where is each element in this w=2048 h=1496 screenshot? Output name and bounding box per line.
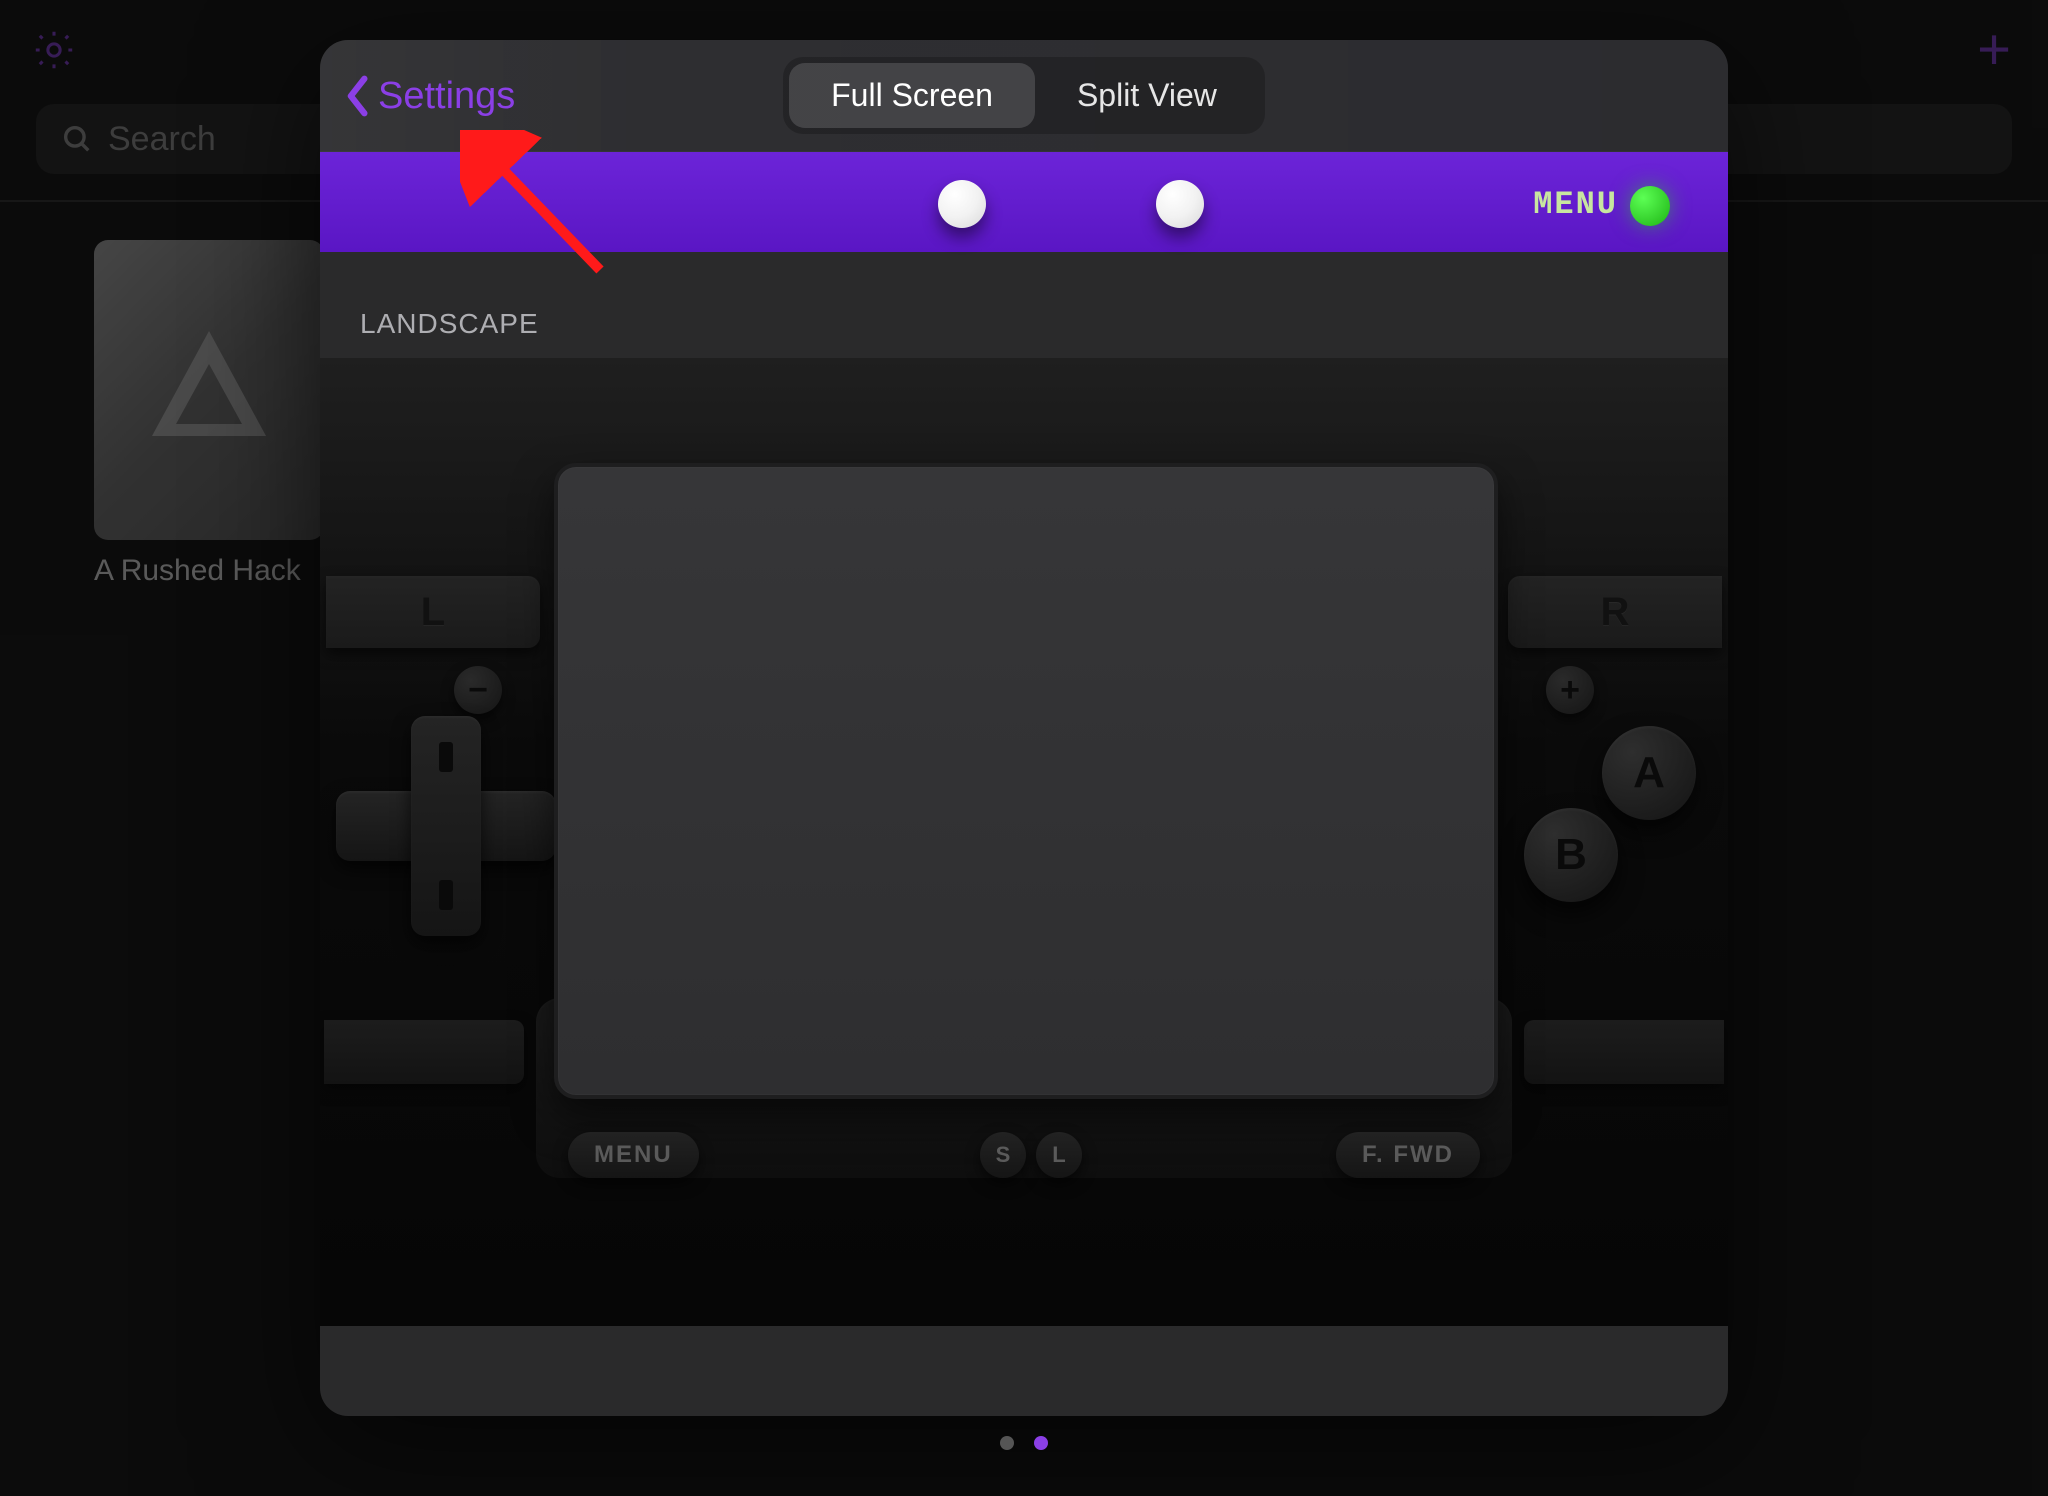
controller-top-strip: MENU — [320, 152, 1728, 252]
menu-pill-button: MENU — [568, 1132, 699, 1178]
game-screen — [554, 463, 1498, 1099]
controller-skin-preview[interactable]: L R − + A B MENU S L F. FWD — [320, 358, 1728, 1326]
section-header-landscape: LANDSCAPE — [320, 308, 1728, 358]
back-button[interactable]: Settings — [342, 40, 515, 152]
b-button: B — [1524, 808, 1618, 902]
menu-toggle-indicator[interactable] — [1630, 186, 1670, 226]
analog-stick-right[interactable] — [1156, 180, 1204, 228]
page-dot-active[interactable] — [1034, 1436, 1048, 1450]
left-wing — [324, 1020, 524, 1084]
d-pad — [336, 716, 556, 936]
settings-modal: Settings Full Screen Split View MENU LAN… — [320, 40, 1728, 1416]
plus-button: + — [1546, 666, 1594, 714]
analog-stick-left[interactable] — [938, 180, 986, 228]
segment-full-screen[interactable]: Full Screen — [789, 63, 1035, 128]
menu-toggle-label: MENU — [1533, 186, 1618, 223]
l-mini-button: L — [1036, 1132, 1082, 1178]
right-wing — [1524, 1020, 1724, 1084]
page-indicator — [0, 1436, 2048, 1450]
segment-split-view[interactable]: Split View — [1035, 63, 1259, 128]
modal-header: Settings Full Screen Split View — [320, 40, 1728, 152]
shoulder-r-button: R — [1508, 576, 1722, 648]
view-mode-segment: Full Screen Split View — [783, 57, 1265, 134]
page-dot[interactable] — [1000, 1436, 1014, 1450]
minus-button: − — [454, 666, 502, 714]
chevron-left-icon — [342, 75, 372, 117]
shoulder-l-button: L — [326, 576, 540, 648]
a-button: A — [1602, 726, 1696, 820]
back-label: Settings — [378, 75, 515, 118]
fast-forward-pill-button: F. FWD — [1336, 1132, 1480, 1178]
s-mini-button: S — [980, 1132, 1026, 1178]
